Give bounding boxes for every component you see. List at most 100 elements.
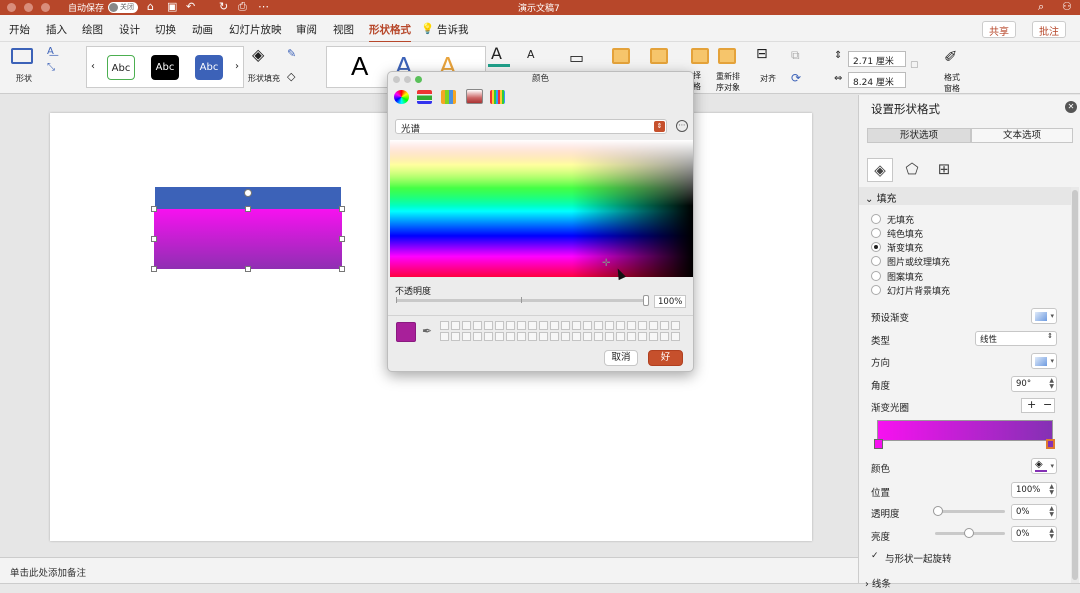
resize-handle-ml[interactable] [151,236,157,242]
pen-icon[interactable]: ✎ [287,47,296,60]
empty-swatch-cell[interactable] [517,332,526,341]
text-fill-icon[interactable]: A [491,44,502,63]
empty-swatch-cell[interactable] [627,321,636,330]
stepper-icon[interactable]: ▲ ▼ [1049,484,1054,496]
palette-mode-select[interactable]: 光谱 ⇕ [395,119,667,135]
shapes-icon[interactable] [11,48,33,64]
tab-home[interactable]: 开始 [9,22,30,37]
align-label[interactable]: 对齐 [760,73,776,84]
gradient-stop-start[interactable] [874,439,883,449]
tab-view[interactable]: 视图 [333,22,354,37]
radio-button[interactable] [871,271,881,281]
eyedropper-icon[interactable]: ✒ [422,324,432,338]
pencils-icon[interactable] [490,90,505,104]
selection-pane-icon[interactable] [691,48,709,64]
tab-text-options[interactable]: 文本选项 [971,128,1073,143]
empty-swatch-cell[interactable] [528,332,537,341]
stepper-icon[interactable]: ▲ ▼ [1049,506,1054,518]
checkmark-icon[interactable]: ✓ [871,551,881,561]
empty-swatch-cell[interactable] [506,332,515,341]
effects-icon[interactable]: ◇ [287,70,295,83]
empty-swatch-cell[interactable] [484,332,493,341]
reorder-icon[interactable] [718,48,736,64]
empty-swatch-cell[interactable] [638,321,647,330]
radio-button[interactable] [871,285,881,295]
send-backward-icon[interactable] [650,48,668,64]
redo-icon[interactable]: ↻ [219,0,228,13]
reorder-label[interactable]: 重新排 序对象 [716,71,740,93]
notes-bar[interactable]: 单击此处添加备注 [0,557,858,583]
effects-pentagon-icon[interactable]: ⬠ [899,158,925,182]
opacity-value-field[interactable]: 100% [654,295,686,308]
empty-swatch-cell[interactable] [440,321,449,330]
direction-dropdown[interactable]: ▾ [1031,353,1057,369]
radio-button[interactable] [871,214,881,224]
wordart-black[interactable]: A [351,51,368,82]
notes-placeholder[interactable]: 单击此处添加备注 [10,565,86,579]
tab-slideshow[interactable]: 幻灯片放映 [229,22,282,37]
width-input[interactable]: 8.24 厘米 [848,72,906,88]
lock-ratio-icon[interactable]: ▢ [910,60,919,70]
brightness-slider-thumb[interactable] [964,528,974,538]
empty-swatch-cell[interactable] [451,332,460,341]
style-dark[interactable]: Abc [151,55,179,80]
tab-shape-options[interactable]: 形状选项 [867,128,971,143]
stop-color-dropdown[interactable]: ◈ ▾ [1031,458,1057,474]
empty-swatch-cell[interactable] [649,332,658,341]
resize-handle-bm[interactable] [245,266,251,272]
custom-swatch-grid[interactable] [440,321,681,343]
tab-animations[interactable]: 动画 [192,22,213,37]
resize-handle-bl[interactable] [151,266,157,272]
tab-tell-me[interactable]: 告诉我 [437,22,469,37]
empty-swatch-cell[interactable] [473,332,482,341]
empty-swatch-cell[interactable] [539,332,548,341]
color-palettes-icon[interactable] [441,90,456,104]
empty-swatch-cell[interactable] [594,332,603,341]
radio-button[interactable] [871,256,881,266]
ok-button[interactable]: 好 [648,350,683,366]
radio-button-selected[interactable] [871,242,881,252]
empty-swatch-cell[interactable] [462,332,471,341]
comment-button[interactable]: 批注 [1032,21,1066,38]
tab-design[interactable]: 设计 [119,22,140,37]
empty-swatch-cell[interactable] [561,332,570,341]
fill-line-icon[interactable]: ◈ [867,158,893,182]
preset-gradient-dropdown[interactable]: ▾ [1031,308,1057,324]
alt-text-icon[interactable]: ▭ [569,48,584,67]
home-icon[interactable]: ⌂ [147,0,154,13]
current-color-swatch[interactable] [396,322,416,342]
transparency-slider-thumb[interactable] [933,506,943,516]
empty-swatch-cell[interactable] [627,332,636,341]
empty-swatch-cell[interactable] [671,321,680,330]
stepper-icon[interactable]: ▲ ▼ [1049,378,1054,390]
account-icon[interactable]: ⚇ [1062,0,1072,13]
edit-shape-icon[interactable]: ⤡ [47,62,55,73]
minimize-window-button[interactable] [24,3,33,12]
empty-swatch-cell[interactable] [671,332,680,341]
group-icon[interactable]: ⧉ [791,48,800,63]
size-properties-icon[interactable]: ⊞ [931,158,957,182]
print-icon[interactable]: ⎙ [238,0,247,14]
color-sliders-icon[interactable] [417,90,432,104]
line-section-header[interactable]: › 线条 [865,576,891,590]
rotate-handle[interactable] [244,189,252,197]
selection-pane-label[interactable]: 择 格 [693,70,701,92]
paint-bucket-icon[interactable]: ◈ [252,45,264,64]
color-wheel-icon[interactable] [394,90,409,104]
resize-handle-tr[interactable] [339,206,345,212]
more-options-icon[interactable]: ⋯ [676,120,688,132]
format-pane-icon[interactable]: ✐ [944,47,957,66]
empty-swatch-cell[interactable] [605,332,614,341]
empty-swatch-cell[interactable] [649,321,658,330]
style-outline[interactable]: Abc [107,55,135,80]
textbox-icon[interactable]: A͟ [47,46,54,57]
empty-swatch-cell[interactable] [451,321,460,330]
close-window-button[interactable] [7,3,16,12]
resize-handle-tm[interactable] [245,206,251,212]
resize-handle-br[interactable] [339,266,345,272]
empty-swatch-cell[interactable] [517,321,526,330]
empty-swatch-cell[interactable] [638,332,647,341]
resize-handle-mr[interactable] [339,236,345,242]
empty-swatch-cell[interactable] [506,321,515,330]
radio-button[interactable] [871,228,881,238]
